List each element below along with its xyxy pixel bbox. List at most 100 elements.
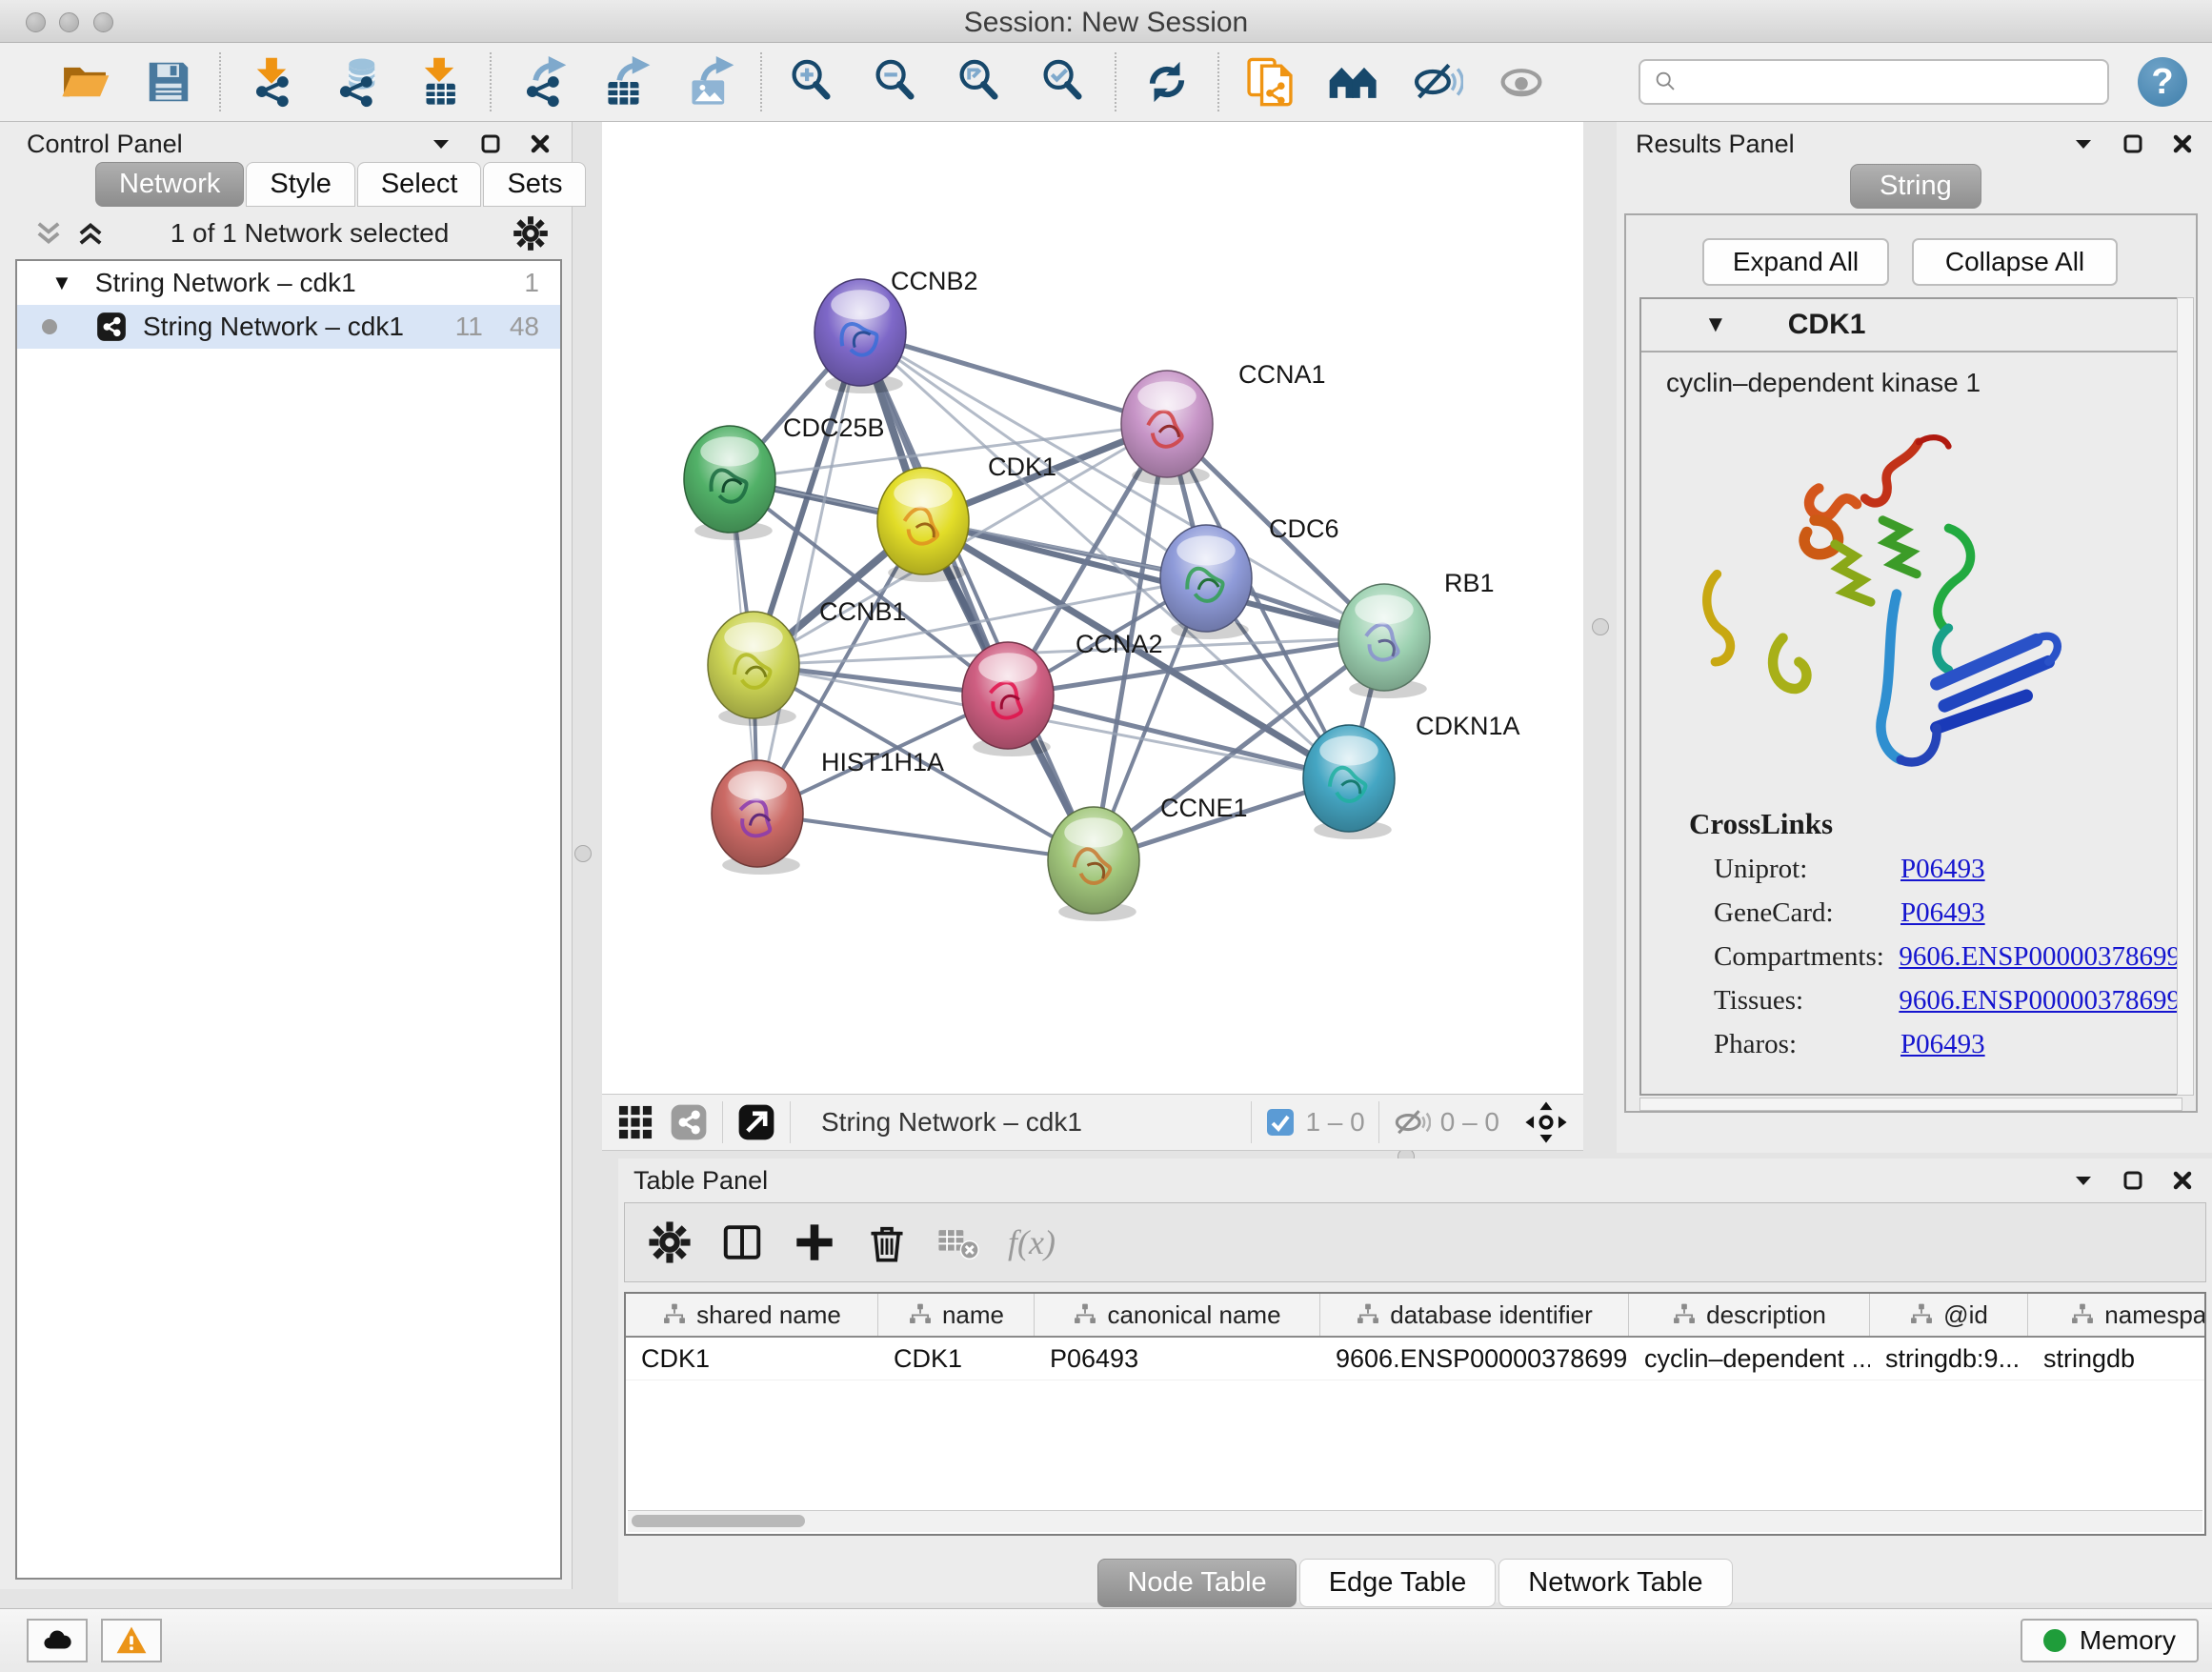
float-panel-icon[interactable] [478,131,503,156]
close-panel-icon[interactable] [2170,131,2195,156]
results-horizontal-scrollbar[interactable] [1639,1098,2182,1111]
hidden-eye-icon[interactable] [1393,1103,1431,1141]
network-view-title: String Network – cdk1 [821,1107,1237,1138]
zoom-out-button[interactable] [869,54,924,110]
table-row[interactable]: CDK1CDK1P064939606.ENSP00000378699cyclin… [626,1338,2204,1380]
network-edge[interactable] [757,332,860,814]
share-view-icon[interactable] [669,1102,709,1142]
results-vertical-scrollbar[interactable] [2177,297,2194,1096]
gene-header[interactable]: ▼ CDK1 [1641,299,2181,353]
selected-checkbox-icon[interactable] [1265,1107,1296,1138]
close-panel-icon[interactable] [2170,1168,2195,1193]
network-edge[interactable] [860,332,1167,424]
import-table-icon [413,56,465,108]
column-header-name[interactable]: name [878,1294,1035,1336]
expand-all-button[interactable]: Expand All [1702,238,1889,286]
import-table-file-button[interactable] [412,54,467,110]
panel-menu-icon[interactable] [2071,131,2096,156]
tab-network[interactable]: Network [95,162,244,207]
table-settings-button[interactable] [642,1215,697,1270]
import-network-file-button[interactable] [244,54,299,110]
tab-sets[interactable]: Sets [483,162,586,207]
column-header-canonical-name[interactable]: canonical name [1035,1294,1320,1336]
network-edge[interactable] [860,332,1094,860]
crosslink-link[interactable]: P06493 [1900,897,1985,929]
warning-status-button[interactable] [101,1619,162,1662]
column-header-description[interactable]: description [1629,1294,1870,1336]
refresh-layout-button[interactable] [1139,54,1195,110]
network-node-cdkn1a[interactable]: CDKN1A [1303,712,1520,839]
table-cell[interactable]: stringdb:9... [1870,1338,2028,1380]
crosslink-link[interactable]: 9606.ENSP00000378699 [1899,985,2181,1017]
export-table-button[interactable] [598,54,654,110]
zoom-fit-button[interactable] [953,54,1008,110]
close-panel-icon[interactable] [528,131,553,156]
add-column-button[interactable] [787,1215,842,1270]
birdseye-view-icon[interactable] [1524,1100,1568,1144]
search-input[interactable] [1688,67,2107,98]
table-cell[interactable]: cyclin–dependent ... [1629,1338,1870,1380]
crosslink-link[interactable]: P06493 [1900,1029,1985,1060]
float-panel-icon[interactable] [2121,131,2145,156]
cloud-status-button[interactable] [27,1619,88,1662]
network-node-ccnb2[interactable]: CCNB2 [814,267,978,393]
gene-caret-icon[interactable]: ▼ [1704,312,1727,338]
float-panel-icon[interactable] [2121,1168,2145,1193]
column-header-at-id[interactable]: @id [1870,1294,2028,1336]
help-button[interactable]: ? [2138,57,2187,107]
right-splitter-handle[interactable] [1592,618,1609,635]
collection-caret-icon[interactable]: ▼ [51,271,72,295]
scrollbar-handle[interactable] [632,1515,805,1527]
collapse-all-button[interactable]: Collapse All [1912,238,2118,286]
expand-all-icon[interactable] [74,217,107,250]
open-session-button[interactable] [57,54,112,110]
network-canvas[interactable]: CCNB2CCNA1CDC25BCDK1CDC6RB1CCNB1CCNA2CDK… [602,122,1583,1094]
column-header-namespace[interactable]: namespace [2028,1294,2206,1336]
panel-menu-icon[interactable] [2071,1168,2096,1193]
table-cell[interactable]: 9606.ENSP00000378699 [1320,1338,1629,1380]
hide-selected-button[interactable] [1410,54,1465,110]
tab-network-table[interactable]: Network Table [1498,1559,1732,1607]
table-cell[interactable]: CDK1 [878,1338,1035,1380]
table-horizontal-scrollbar[interactable] [628,1510,2202,1532]
tab-select[interactable]: Select [357,162,482,207]
crosslink-link[interactable]: P06493 [1900,854,1985,885]
export-image-button[interactable] [682,54,737,110]
panel-menu-icon[interactable] [429,131,453,156]
string-import-button[interactable] [1242,54,1297,110]
detach-view-icon[interactable] [736,1102,776,1142]
grid-view-icon[interactable] [615,1102,655,1142]
network-options-gear-icon[interactable] [513,215,549,252]
zoom-in-button[interactable] [785,54,840,110]
search-box[interactable] [1639,59,2109,105]
network-node-ccne1[interactable]: CCNE1 [1048,794,1248,921]
network-node-cdk1[interactable]: CDK1 [877,453,1056,582]
left-splitter-handle[interactable] [574,845,592,862]
network-edge[interactable] [757,814,1094,860]
network-collection-row[interactable]: ▼ String Network – cdk1 1 [17,261,560,305]
table-cell[interactable]: CDK1 [626,1338,878,1380]
table-cell[interactable]: P06493 [1035,1338,1320,1380]
network-graph[interactable]: CCNB2CCNA1CDC25BCDK1CDC6RB1CCNB1CCNA2CDK… [602,122,1583,1094]
memory-button[interactable]: Memory [2021,1619,2199,1662]
table-cell[interactable]: stringdb [2028,1338,2206,1380]
first-neighbors-button[interactable] [1326,54,1381,110]
export-network-button[interactable] [514,54,570,110]
tab-string[interactable]: String [1850,164,1981,209]
column-header-shared-name[interactable]: shared name [626,1294,878,1336]
network-row[interactable]: String Network – cdk1 11 48 [17,305,560,349]
tab-node-table[interactable]: Node Table [1097,1559,1296,1607]
split-panel-button[interactable] [714,1215,770,1270]
tab-style[interactable]: Style [246,162,354,207]
crosslink-link[interactable]: 9606.ENSP00000378699 [1899,941,2181,973]
network-node-ccna1[interactable]: CCNA1 [1121,360,1326,485]
zoom-selected-button[interactable] [1036,54,1092,110]
delete-column-button[interactable] [859,1215,915,1270]
collapse-all-icon[interactable] [32,217,65,250]
import-network-database-button[interactable] [328,54,383,110]
network-node-hist1h1a[interactable]: HIST1H1A [712,748,944,875]
tab-edge-table[interactable]: Edge Table [1299,1559,1497,1607]
column-header-database-identifier[interactable]: database identifier [1320,1294,1629,1336]
save-session-button[interactable] [141,54,196,110]
network-node-rb1[interactable]: RB1 [1338,569,1495,698]
